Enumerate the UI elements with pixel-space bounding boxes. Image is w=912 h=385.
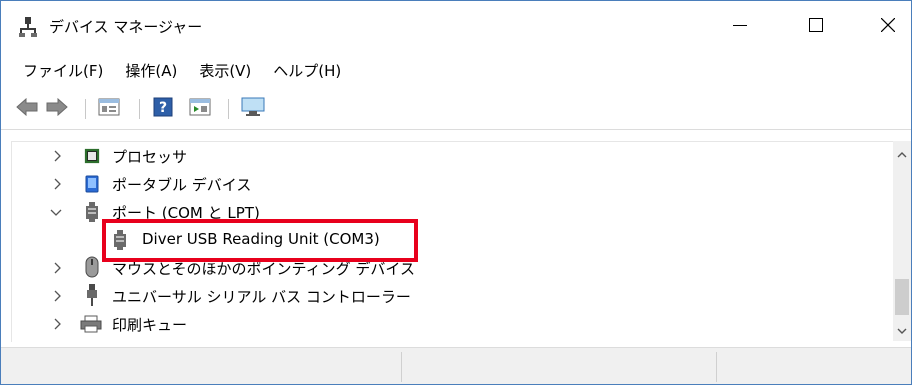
tree-item-label: ポータブル デバイス [112, 176, 252, 194]
maximize-icon [809, 18, 823, 36]
scroll-down-icon[interactable] [896, 325, 908, 337]
back-button[interactable] [15, 97, 39, 121]
back-arrow-icon [16, 97, 38, 120]
properties-button[interactable] [96, 97, 122, 121]
device-manager-icon [19, 17, 37, 37]
toolbar-separator [139, 99, 140, 119]
close-icon [880, 17, 896, 36]
tree-item-label: プロセッサ [112, 148, 188, 166]
portable-device-icon [84, 174, 100, 194]
status-bar [1, 347, 911, 384]
chevron-down-icon[interactable] [50, 207, 62, 219]
toolbar-separator [228, 99, 229, 119]
show-hidden-icon [189, 98, 211, 120]
help-icon: ? [153, 97, 173, 121]
toolbar-separator [85, 99, 86, 119]
chevron-right-icon[interactable] [52, 290, 64, 302]
chevron-right-icon[interactable] [52, 178, 64, 190]
svg-text:?: ? [159, 100, 167, 116]
minimize-button[interactable] [715, 1, 765, 53]
device-manager-window: デバイス マネージャー ファイル(F) 操作(A) 表示(V) ヘルプ(H) ?… [0, 0, 912, 385]
forward-button[interactable] [45, 97, 69, 121]
help-button[interactable]: ? [151, 97, 175, 121]
toolbar: ? [1, 89, 911, 130]
menu-file[interactable]: ファイル(F) [15, 53, 111, 89]
processor-icon [84, 146, 100, 166]
menu-view[interactable]: 表示(V) [191, 53, 259, 89]
chevron-right-icon[interactable] [52, 318, 64, 330]
properties-icon [98, 98, 120, 120]
tree-item-processors[interactable]: プロセッサ [12, 142, 892, 170]
forward-arrow-icon [46, 97, 68, 120]
tree-item-print-queues[interactable]: 印刷キュー [12, 310, 892, 338]
highlight-box [102, 219, 418, 262]
menu-bar: ファイル(F) 操作(A) 表示(V) ヘルプ(H) [1, 53, 911, 89]
scroll-thumb[interactable] [895, 279, 909, 315]
vertical-scrollbar[interactable] [893, 141, 911, 341]
close-button[interactable] [863, 1, 911, 53]
title-bar[interactable]: デバイス マネージャー [1, 1, 911, 53]
show-hidden-button[interactable] [187, 97, 213, 121]
tree-item-portable-devices[interactable]: ポータブル デバイス [12, 170, 892, 198]
menu-help[interactable]: ヘルプ(H) [265, 53, 349, 89]
status-pane [1, 352, 402, 382]
minimize-icon [733, 18, 747, 36]
tree-item-usb-controllers[interactable]: ユニバーサル シリアル バス コントローラー [12, 282, 892, 310]
usb-icon [84, 284, 100, 306]
menu-action[interactable]: 操作(A) [117, 53, 185, 89]
maximize-button[interactable] [791, 1, 841, 53]
chevron-right-icon[interactable] [52, 150, 64, 162]
scan-hardware-icon [240, 97, 266, 121]
chevron-right-icon[interactable] [52, 262, 64, 274]
window-title: デバイス マネージャー [49, 18, 203, 36]
scan-hardware-button[interactable] [239, 97, 267, 121]
tree-item-label: ユニバーサル シリアル バス コントローラー [112, 288, 411, 306]
status-pane [402, 352, 717, 382]
mouse-icon [84, 256, 100, 278]
scroll-up-icon[interactable] [896, 149, 908, 161]
printer-icon [80, 314, 102, 334]
tree-item-label: 印刷キュー [112, 316, 188, 334]
port-icon [84, 202, 100, 222]
